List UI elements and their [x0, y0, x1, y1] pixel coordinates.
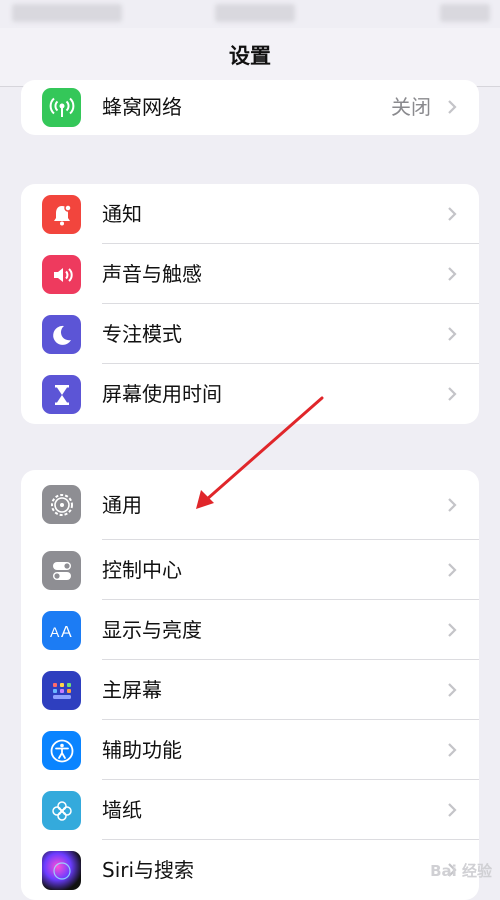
chevron-right-icon	[448, 743, 457, 757]
hourglass-icon	[42, 375, 81, 414]
navigation-bar: 设置	[0, 28, 500, 87]
text-size-icon: A A	[42, 611, 81, 650]
settings-row-sounds[interactable]: 声音与触感	[21, 244, 479, 304]
toggles-icon	[42, 551, 81, 590]
status-bar-center	[215, 4, 295, 22]
chevron-right-icon	[448, 327, 457, 341]
settings-row-siri[interactable]: Siri与搜索	[21, 840, 479, 900]
status-bar-left	[12, 4, 122, 22]
gear-icon	[42, 485, 81, 524]
settings-row-label: Siri与搜索	[102, 858, 195, 882]
settings-row-notifications[interactable]: 通知	[21, 184, 479, 244]
notification-bell-icon	[42, 195, 81, 234]
watermark: Bai 经验	[430, 862, 492, 880]
svg-text:A: A	[61, 624, 72, 641]
chevron-right-icon	[448, 683, 457, 697]
siri-icon	[42, 851, 81, 890]
settings-row-wallpaper[interactable]: 墙纸	[21, 780, 479, 840]
chevron-right-icon	[448, 267, 457, 281]
settings-row-label: 专注模式	[102, 322, 182, 346]
settings-row-cellular[interactable]: 蜂窝网络 关闭	[21, 80, 479, 135]
settings-group-notifications: 通知 声音与触感 专注模式 屏幕使用时间	[21, 184, 479, 424]
settings-row-label: 显示与亮度	[102, 618, 202, 642]
settings-row-accessibility[interactable]: 辅助功能	[21, 720, 479, 780]
chevron-right-icon	[448, 623, 457, 637]
settings-row-control-center[interactable]: 控制中心	[21, 540, 479, 600]
settings-group-connectivity: 蜂窝网络 关闭	[21, 80, 479, 135]
chevron-right-icon	[448, 100, 457, 114]
speaker-icon	[42, 255, 81, 294]
cellular-icon	[42, 88, 81, 127]
settings-row-label: 控制中心	[102, 558, 182, 582]
settings-row-general[interactable]: 通用	[21, 470, 479, 540]
settings-row-label: 屏幕使用时间	[102, 382, 222, 406]
settings-row-focus[interactable]: 专注模式	[21, 304, 479, 364]
chevron-right-icon	[448, 498, 457, 512]
settings-row-label: 通知	[102, 202, 142, 226]
settings-row-label: 蜂窝网络	[102, 95, 182, 119]
settings-row-label: 主屏幕	[102, 678, 162, 702]
settings-group-general: 通用 控制中心 A A 显示与亮度 主屏幕 辅助功能 墙纸 Siri与搜索	[21, 470, 479, 900]
settings-row-label: 辅助功能	[102, 738, 182, 762]
chevron-right-icon	[448, 803, 457, 817]
settings-row-display[interactable]: A A 显示与亮度	[21, 600, 479, 660]
svg-text:A: A	[50, 624, 60, 640]
chevron-right-icon	[448, 563, 457, 577]
settings-row-value: 关闭	[391, 95, 431, 119]
status-bar	[0, 0, 500, 28]
settings-row-label: 墙纸	[102, 798, 142, 822]
settings-row-label: 通用	[102, 493, 142, 517]
settings-row-screen-time[interactable]: 屏幕使用时间	[21, 364, 479, 424]
moon-icon	[42, 315, 81, 354]
chevron-right-icon	[448, 387, 457, 401]
settings-row-home-screen[interactable]: 主屏幕	[21, 660, 479, 720]
accessibility-icon	[42, 731, 81, 770]
settings-row-label: 声音与触感	[102, 262, 202, 286]
home-grid-icon	[42, 671, 81, 710]
chevron-right-icon	[448, 207, 457, 221]
status-bar-right	[440, 4, 490, 22]
flower-icon	[42, 791, 81, 830]
page-title: 设置	[229, 44, 271, 68]
